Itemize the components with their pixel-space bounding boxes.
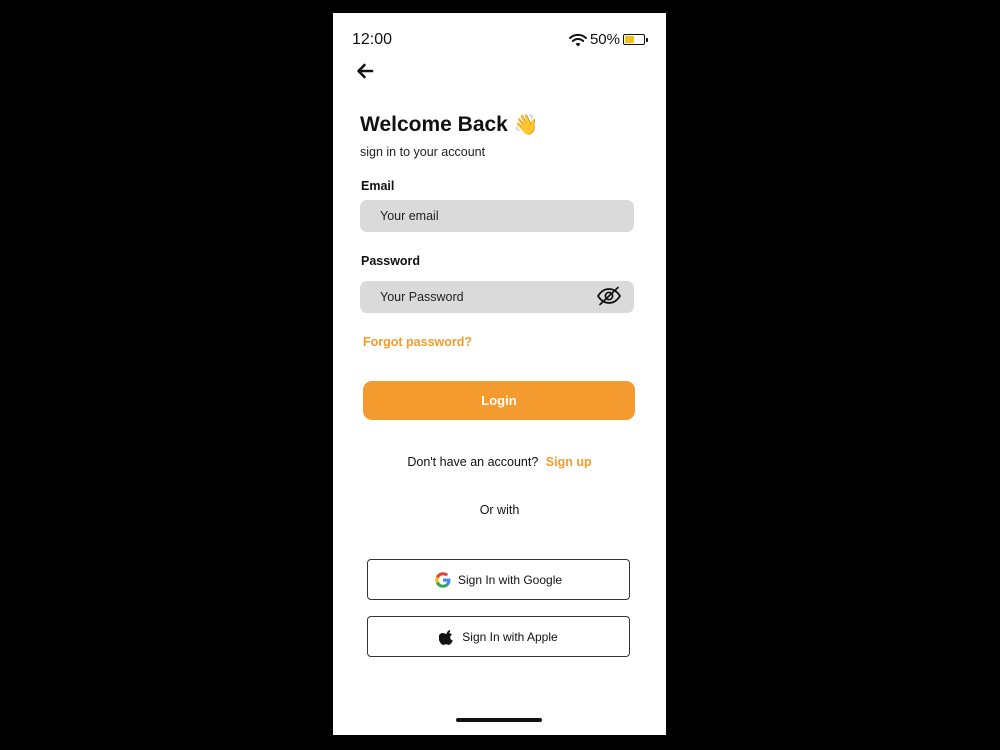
status-indicators: 50% (568, 31, 648, 48)
email-label: Email (361, 179, 395, 193)
google-signin-button[interactable]: Sign In with Google (367, 559, 630, 600)
wave-emoji: 👋 (513, 114, 539, 136)
signup-link[interactable]: Sign up (546, 455, 592, 469)
forgot-password-link[interactable]: Forgot password? (363, 335, 472, 349)
status-time: 12:00 (352, 31, 393, 48)
wifi-icon (568, 33, 587, 46)
password-field[interactable] (360, 281, 634, 313)
social-divider: Or with (479, 503, 520, 517)
google-signin-label: Sign In with Google (457, 572, 563, 587)
signup-row: Don't have an account? Sign up (333, 455, 666, 469)
email-field[interactable] (360, 200, 634, 232)
password-label: Password (361, 254, 421, 268)
home-indicator (456, 718, 542, 722)
apple-signin-button[interactable]: Sign In with Apple (367, 616, 630, 657)
battery-fill (625, 36, 634, 43)
page-title: Welcome Back 👋 (360, 112, 539, 137)
apple-signin-label: Sign In with Apple (462, 629, 558, 644)
login-button[interactable]: Login (363, 381, 635, 420)
signup-prompt: Don't have an account? (407, 455, 539, 469)
title-text: Welcome Back (360, 112, 508, 136)
back-arrow-icon[interactable] (354, 60, 376, 82)
eye-off-icon[interactable] (596, 286, 622, 306)
page-subtitle: sign in to your account (360, 145, 486, 159)
google-icon (435, 571, 451, 588)
battery-percent: 50% (589, 31, 620, 48)
battery-icon (623, 34, 648, 45)
apple-icon (439, 629, 454, 645)
phone-screen: 12:00 50% Welcome Back 👋 sign in to your… (333, 13, 666, 735)
